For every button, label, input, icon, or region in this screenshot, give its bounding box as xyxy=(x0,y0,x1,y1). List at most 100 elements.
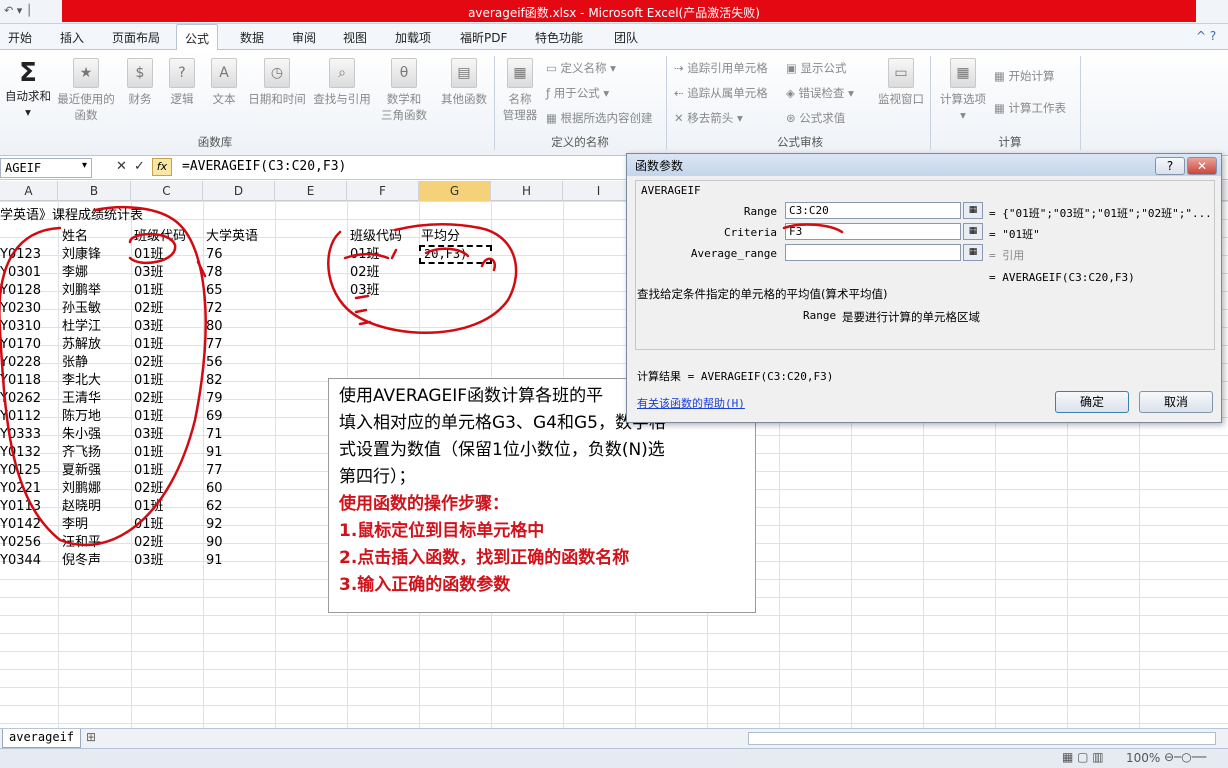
formula-input[interactable]: =AVERAGEIF(C3:C20,F3) xyxy=(182,159,346,174)
help-icon[interactable]: ^ ? xyxy=(1196,29,1216,43)
table-cell[interactable]: Y0142 xyxy=(0,516,58,534)
name-box[interactable]: AGEIF xyxy=(0,158,92,178)
table-cell[interactable]: 02班 xyxy=(134,300,164,318)
col-header-d[interactable]: D xyxy=(203,181,275,201)
collapse-dialog-icon[interactable]: ▦ xyxy=(963,223,983,240)
col-header-b[interactable]: B xyxy=(58,181,131,201)
table-cell[interactable]: Y0262 xyxy=(0,390,58,408)
table-cell[interactable]: 90 xyxy=(206,534,223,552)
new-sheet-icon[interactable]: ⊞ xyxy=(86,730,96,744)
sheet-tab-averageif[interactable]: averageif xyxy=(2,729,82,748)
active-cell-g3[interactable]: 20,F3) xyxy=(419,245,492,264)
zoom-slider[interactable]: ⊖─○── xyxy=(1164,750,1206,764)
cancel-button[interactable]: 取消 xyxy=(1139,391,1213,413)
table-cell[interactable]: 刘康锋 xyxy=(62,246,101,264)
table-cell[interactable]: 01班 xyxy=(134,246,164,264)
table-cell[interactable]: 72 xyxy=(206,300,223,318)
table-cell[interactable]: 78 xyxy=(206,264,223,282)
tab-formulas[interactable]: 公式 xyxy=(176,24,219,51)
average-range-input[interactable] xyxy=(785,244,961,261)
use-in-formula-button[interactable]: ƒ 用于公式 ▾ xyxy=(546,85,609,101)
table-cell[interactable]: Y0170 xyxy=(0,336,58,354)
table-cell[interactable]: Y0132 xyxy=(0,444,58,462)
table-cell[interactable]: 82 xyxy=(206,372,223,390)
table-cell[interactable]: Y0221 xyxy=(0,480,58,498)
finance-button[interactable]: $ 财务 xyxy=(122,58,158,107)
table-cell[interactable]: 赵晓明 xyxy=(62,498,101,516)
collapse-dialog-icon[interactable]: ▦ xyxy=(963,244,983,261)
col-header-i[interactable]: I xyxy=(563,181,635,201)
table-cell[interactable]: 92 xyxy=(206,516,223,534)
table-cell[interactable]: Y0113 xyxy=(0,498,58,516)
table-cell[interactable]: 60 xyxy=(206,480,223,498)
close-icon[interactable]: ✕ xyxy=(1187,157,1217,175)
table-cell[interactable]: 刘鹏娜 xyxy=(62,480,101,498)
col-header-a[interactable]: A xyxy=(0,181,58,201)
calc-options-button[interactable]: ▦ 计算选项 ▾ xyxy=(936,58,990,123)
summary-header-class-cell[interactable]: 班级代码 xyxy=(350,228,402,246)
table-cell[interactable]: 杜学江 xyxy=(62,318,101,336)
logic-button[interactable]: ? 逻辑 xyxy=(164,58,200,107)
watch-window-button[interactable]: ▭ 监视窗口 xyxy=(874,58,928,107)
table-cell[interactable]: 01班 xyxy=(134,444,164,462)
table-cell[interactable]: 02班 xyxy=(134,534,164,552)
tab-review[interactable]: 审阅 xyxy=(292,29,316,46)
tab-addins[interactable]: 加载项 xyxy=(395,29,431,46)
table-cell[interactable]: 03班 xyxy=(134,264,164,282)
table-cell[interactable]: 01班 xyxy=(134,408,164,426)
header-english-cell[interactable]: 大学英语 xyxy=(206,228,258,246)
table-cell[interactable]: 李明 xyxy=(62,516,88,534)
table-cell[interactable]: Y0125 xyxy=(0,462,58,480)
table-cell[interactable]: 01班 xyxy=(134,336,164,354)
table-cell[interactable]: 71 xyxy=(206,426,223,444)
table-cell[interactable]: 02班 xyxy=(134,354,164,372)
help-icon[interactable]: ? xyxy=(1155,157,1185,175)
help-link[interactable]: 有关该函数的帮助(H) xyxy=(637,395,745,411)
table-cell[interactable]: 56 xyxy=(206,354,223,372)
table-cell[interactable]: 01班 xyxy=(134,498,164,516)
table-cell[interactable]: Y0333 xyxy=(0,426,58,444)
table-cell[interactable]: 陈万地 xyxy=(62,408,101,426)
horizontal-scrollbar[interactable] xyxy=(748,732,1216,745)
table-cell[interactable]: 王清华 xyxy=(62,390,101,408)
table-cell[interactable]: 齐飞扬 xyxy=(62,444,101,462)
lookup-button[interactable]: ⌕ 查找与引用 xyxy=(310,58,374,107)
table-cell[interactable]: Y0301 xyxy=(0,264,58,282)
criteria-input[interactable]: F3 xyxy=(785,223,961,240)
tab-data[interactable]: 数据 xyxy=(240,29,264,46)
datetime-button[interactable]: ◷ 日期和时间 xyxy=(246,58,308,107)
table-cell[interactable]: 69 xyxy=(206,408,223,426)
tab-page-layout[interactable]: 页面布局 xyxy=(112,29,160,46)
col-header-f[interactable]: F xyxy=(347,181,419,201)
table-cell[interactable]: Y0344 xyxy=(0,552,58,570)
table-cell[interactable]: Y0112 xyxy=(0,408,58,426)
summary-class-cell[interactable]: 03班 xyxy=(350,282,380,300)
table-cell[interactable]: 79 xyxy=(206,390,223,408)
table-cell[interactable]: Y0310 xyxy=(0,318,58,336)
table-cell[interactable]: 孙玉敏 xyxy=(62,300,101,318)
table-cell[interactable]: 03班 xyxy=(134,552,164,570)
insert-function-icon[interactable]: fx xyxy=(152,158,172,176)
name-manager-button[interactable]: ▦ 名称 管理器 xyxy=(498,58,542,123)
table-cell[interactable]: 77 xyxy=(206,336,223,354)
tab-insert[interactable]: 插入 xyxy=(60,29,84,46)
table-cell[interactable]: 01班 xyxy=(134,516,164,534)
summary-class-cell[interactable]: 01班 xyxy=(350,246,380,264)
table-cell[interactable]: Y0123 xyxy=(0,246,58,264)
table-cell[interactable]: 77 xyxy=(206,462,223,480)
table-cell[interactable]: 倪冬声 xyxy=(62,552,101,570)
create-from-selection-button[interactable]: ▦ 根据所选内容创建 xyxy=(546,110,653,126)
table-cell[interactable]: 76 xyxy=(206,246,223,264)
table-cell[interactable]: Y0118 xyxy=(0,372,58,390)
table-cell[interactable]: Y0256 xyxy=(0,534,58,552)
trace-precedents-button[interactable]: ⇢ 追踪引用单元格 xyxy=(674,60,768,76)
tab-view[interactable]: 视图 xyxy=(343,29,367,46)
table-cell[interactable]: 01班 xyxy=(134,462,164,480)
table-cell[interactable]: 91 xyxy=(206,552,223,570)
table-cell[interactable]: 张静 xyxy=(62,354,88,372)
ok-button[interactable]: 确定 xyxy=(1055,391,1129,413)
tab-home[interactable]: 开始 xyxy=(8,29,32,46)
header-class-cell[interactable]: 班级代码 xyxy=(134,228,186,246)
enter-icon[interactable]: ✓ xyxy=(134,159,145,174)
summary-header-avg-cell[interactable]: 平均分 xyxy=(421,228,460,246)
